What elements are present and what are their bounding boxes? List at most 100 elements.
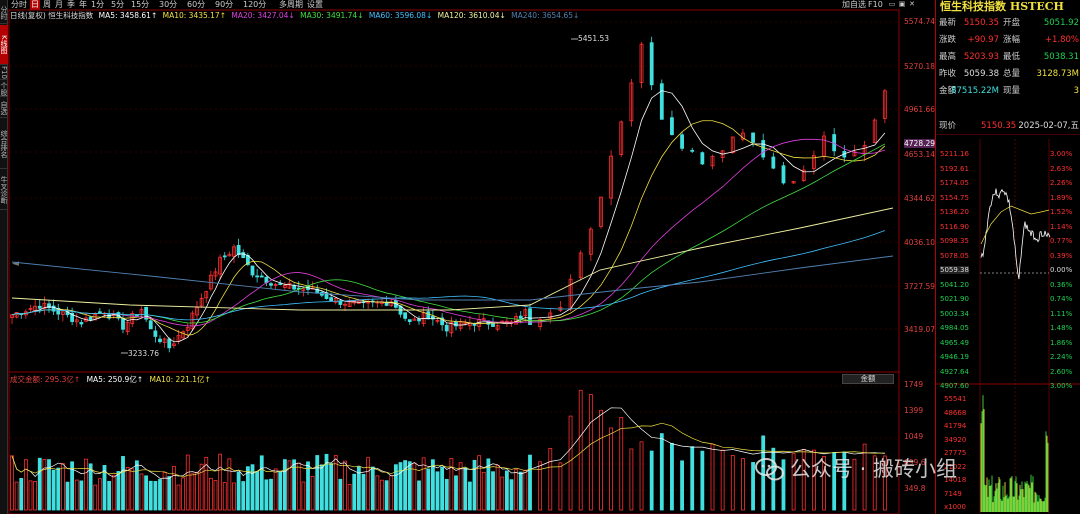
volume-bar	[680, 460, 684, 511]
volume-bar	[558, 462, 563, 511]
price-tick: 5270.18	[904, 62, 936, 71]
stock-chart-app: 分时 K线图 F10 个股 自选 综合排名 牛叉诊断 分时日周月季年 1分 5分 15分 30分 60…	[0, 0, 1080, 514]
volume-bar	[700, 450, 705, 511]
volume-type-select[interactable]: 金额	[842, 374, 894, 384]
left-arrow-icon: ◄	[12, 259, 19, 269]
volume-bar	[37, 457, 42, 511]
volume-bar	[84, 458, 88, 511]
volume-bar	[609, 427, 614, 511]
volume-tick: 1399	[904, 406, 924, 415]
volume-bar	[495, 464, 500, 511]
volume-bar	[370, 466, 375, 511]
candle-body	[690, 149, 695, 152]
kline-chart-canvas[interactable]: ◄	[0, 0, 935, 514]
candle-body	[454, 321, 458, 327]
volume-bar	[259, 455, 264, 511]
mini-vol-tick: 48668	[944, 408, 967, 417]
volume-bar	[509, 479, 514, 511]
quote-value: 5203.93	[963, 52, 999, 62]
volume-bar	[421, 457, 426, 511]
volume-bar	[454, 475, 458, 511]
candle-body	[255, 275, 260, 278]
high-annotation: 5451.53	[578, 34, 610, 43]
candle-body	[236, 244, 241, 255]
candle-body	[292, 285, 297, 290]
mini-pct-tick: 0.77%	[1050, 237, 1073, 245]
volume-bar	[548, 447, 553, 511]
candle-body	[278, 283, 283, 286]
volume-bar	[227, 458, 232, 511]
volume-bar	[389, 475, 394, 511]
volume-tick: 1749	[904, 380, 924, 389]
mini-pct-tick: 1.11%	[1050, 309, 1073, 318]
volume-bar	[315, 455, 320, 511]
quote-value: 3128.73M	[1036, 69, 1079, 79]
mini-price-tick: 5116.90	[940, 222, 969, 231]
mini-pct-tick: 1.89%	[1050, 193, 1073, 202]
price-tick: 5574.74	[904, 17, 936, 26]
volume-legend: 成交金额: 295.3亿↑ MA5: 250.9亿↑ MA10: 221.1亿↑	[10, 375, 211, 384]
volume-bar	[417, 480, 421, 511]
quote-value: +1.80%	[1044, 35, 1079, 45]
volume-bar	[347, 483, 352, 511]
mini-pct-tick: 3.00%	[1050, 382, 1073, 390]
ma120-line	[11, 207, 894, 311]
volume-bar	[361, 473, 366, 511]
volume-bar	[167, 476, 172, 511]
volume-bar	[599, 409, 603, 511]
mini-price-tick: 5211.16	[940, 150, 969, 158]
volume-bar	[629, 448, 634, 511]
quote-value: 87515.22M	[951, 86, 999, 96]
candle-body	[259, 275, 264, 278]
candle-body	[250, 265, 255, 276]
volume-bar	[568, 415, 573, 511]
candle-body	[700, 152, 705, 165]
candle-body	[751, 132, 755, 143]
mini-price-tick: 5192.61	[940, 164, 969, 173]
quote-row: 涨跌 +90.97 涨幅 +1.80%	[936, 32, 1080, 49]
quote-value: 5051.92	[1043, 18, 1079, 28]
quote-row: 最新 5150.35 开盘 5051.92	[936, 15, 1080, 32]
volume-bar	[649, 450, 654, 511]
volume-bar	[116, 471, 121, 511]
candle-body	[148, 320, 153, 330]
volume-bar	[208, 477, 213, 511]
mini-price-tick: 5078.05	[940, 251, 969, 260]
quote-key: 涨跌	[939, 35, 957, 45]
candle-body	[88, 316, 93, 321]
volume-bar	[578, 389, 583, 511]
candle-body	[649, 42, 654, 86]
mini-price-tick: 5003.34	[940, 309, 969, 318]
current-price-key: 现价	[939, 121, 957, 131]
mini-price-tick: 5136.20	[940, 208, 969, 216]
mini-price-tick: 5174.05	[940, 179, 969, 187]
volume-bar	[444, 478, 449, 511]
quote-row: 金额 87515.22M 现量 3	[936, 83, 1080, 100]
current-date: 2025-02-07,五	[1018, 121, 1079, 131]
low-annotation: 3233.76	[128, 349, 160, 358]
ma5-line	[11, 90, 886, 343]
volume-bar	[42, 458, 47, 511]
mini-pct-tick: 1.14%	[1050, 222, 1073, 231]
volume-bar	[56, 467, 61, 511]
quote-value: 5038.31	[1043, 52, 1079, 62]
volume-bar	[33, 480, 38, 511]
volume-bar	[74, 479, 79, 511]
mini-price-tick: 5098.35	[940, 237, 969, 245]
price-tick: 4344.62	[904, 194, 936, 203]
candle-body	[670, 117, 674, 136]
current-price-row: 现价 5150.35 2025-02-07,五	[936, 118, 1080, 135]
volume-bar	[51, 469, 56, 511]
volume-bar	[481, 471, 486, 511]
candle-body	[79, 322, 84, 325]
volume-bar	[255, 471, 260, 511]
ma20-line	[11, 138, 885, 327]
volume-bar	[730, 455, 735, 511]
watermark-text: 公众号 · 搬砖小组	[790, 457, 958, 481]
volume-ma10: MA10: 221.1亿↑	[149, 375, 211, 384]
volume-bar	[181, 477, 186, 511]
price-tick: 4653.14	[904, 150, 936, 159]
volume-ma5: MA5: 250.9亿↑	[86, 375, 144, 384]
volume-bar	[720, 449, 725, 511]
volume-bar	[430, 459, 435, 511]
